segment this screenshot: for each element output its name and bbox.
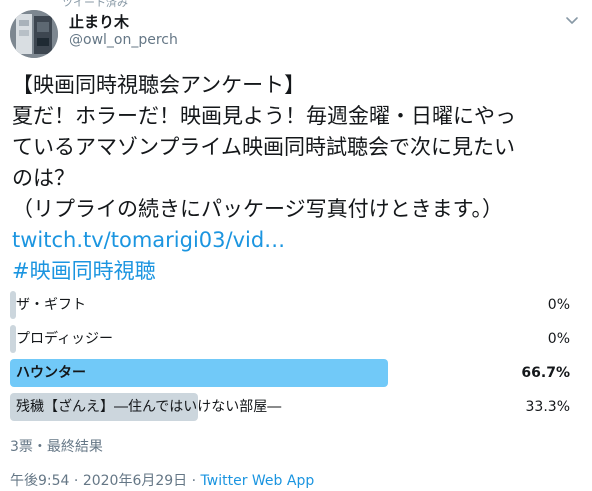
avatar[interactable]	[10, 10, 58, 58]
tweet-line: 【映画同時視聴会アンケート】	[12, 73, 306, 97]
separator: ·	[187, 473, 201, 489]
tweet-text: 【映画同時視聴会アンケート】 夏だ！ホラーだ！映画見よう！毎週金曜・日曜にやっ …	[12, 70, 584, 287]
display-name[interactable]: 止まり木	[69, 11, 129, 32]
poll-option-label: ハウンター	[16, 365, 86, 381]
tweet-source[interactable]: Twitter Web App	[201, 473, 315, 489]
poll-option-percent: 33.3%	[525, 399, 570, 415]
poll-option-label: 残穢【ざんえ】―住んではいけない部屋―	[16, 399, 282, 415]
tweet-time[interactable]: 午後9:54	[10, 473, 69, 489]
tweet-link[interactable]: twitch.tv/tomarigi03/vid…	[12, 225, 584, 256]
poll-option-percent: 0%	[547, 331, 570, 347]
poll-option: 残穢【ざんえ】―住んではいけない部屋― 33.3%	[10, 393, 584, 421]
poll-option: プロディッジー 0%	[10, 325, 584, 353]
poll-summary: 3票・最終結果	[10, 439, 103, 455]
tweet-timestamp: 午後9:54 · 2020年6月29日 · Twitter Web App	[10, 470, 314, 490]
previous-context-text: ツイート済み	[62, 0, 128, 9]
poll-option-label: ザ・ギフト	[16, 297, 86, 313]
poll-option-percent: 0%	[547, 297, 570, 313]
tweet-line: のは？	[12, 166, 75, 190]
tweet-date[interactable]: 2020年6月29日	[83, 473, 187, 489]
chevron-down-icon[interactable]	[564, 12, 580, 28]
avatar-image	[10, 10, 58, 58]
poll-option: ザ・ギフト 0%	[10, 291, 584, 319]
user-handle[interactable]: @owl_on_perch	[69, 32, 178, 48]
tweet-line: 夏だ！ホラーだ！映画見よう！毎週金曜・日曜にやっ	[12, 104, 516, 128]
poll-option: ハウンター 66.7%	[10, 359, 584, 387]
poll-option-percent: 66.7%	[521, 365, 570, 381]
separator: ·	[69, 473, 83, 489]
hashtag-link[interactable]: #映画同時視聴	[12, 256, 584, 287]
poll: ザ・ギフト 0% プロディッジー 0% ハウンター 66.7% 残穢【ざんえ】―…	[10, 291, 584, 427]
tweet-line: （リプライの続きにパッケージ写真付けときます。）	[12, 197, 503, 221]
poll-option-label: プロディッジー	[16, 331, 114, 347]
tweet-line: ているアマゾンプライム映画同時試聴会で次に見たい	[12, 135, 515, 159]
